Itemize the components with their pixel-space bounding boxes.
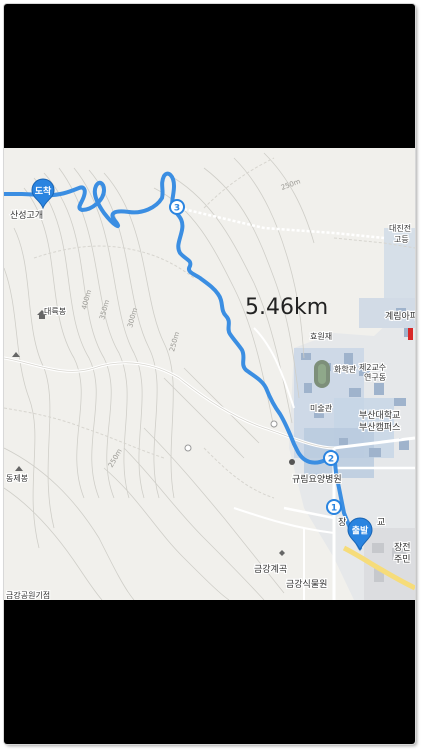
hospital-icon <box>289 459 295 465</box>
label-jangjeon-1: 장전 <box>394 542 411 553</box>
label-hyowonjae: 효원재 <box>310 332 332 341</box>
waypoint-3[interactable]: 3 <box>169 199 185 215</box>
map-view[interactable]: 산성고개 대륙봉 동제봉 효원재 화학관 미술관 제2교수 연구동 부산대학교 … <box>4 148 415 600</box>
label-hwahakgwan: 화학관 <box>334 364 357 374</box>
waypoint-1-label: 1 <box>331 504 337 514</box>
label-busan-campus: 부산캠퍼스 <box>359 421 400 433</box>
label-geumgang-park-center: 금강공원기점 <box>6 590 50 600</box>
route-distance: 5.46km <box>245 295 328 320</box>
label-misulgwan: 미술관 <box>310 403 333 413</box>
label-jangjeon-2: 주민 <box>394 554 411 565</box>
label-gyerim-apt: 계림아파 <box>385 310 415 322</box>
label-geumgang-gyegok: 금강계곡 <box>254 563 287 575</box>
label-second-faculty: 제2교수 <box>359 363 386 372</box>
label-sanseong-gate: 산성고개 <box>10 210 43 221</box>
label-daejin-high-2: 고등 <box>394 235 409 244</box>
waypoint-1[interactable]: 1 <box>326 499 342 515</box>
start-marker-label: 출발 <box>352 525 369 537</box>
label-jang-school-b: 교 <box>377 518 385 528</box>
label-faculty-building: 연구동 <box>364 373 386 382</box>
junction-icon-2 <box>184 444 192 452</box>
label-daejin-high-1: 대진전 <box>389 223 411 233</box>
waypoint-2-label: 2 <box>328 455 334 465</box>
label-daeryukbong: 대륙봉 <box>44 307 66 316</box>
end-marker-label: 도착 <box>35 185 52 197</box>
label-kyurim-hospital: 규림요양병원 <box>292 473 342 485</box>
junction-icon <box>270 420 278 428</box>
label-pusan-univ: 부산대학교 <box>359 410 400 421</box>
label-geumgang-botanical: 금강식물원 <box>286 579 327 590</box>
label-dongjebong: 동제봉 <box>6 474 28 483</box>
waypoint-3-label: 3 <box>174 204 180 214</box>
map-canvas[interactable]: 산성고개 대륙봉 동제봉 효원재 화학관 미술관 제2교수 연구동 부산대학교 … <box>4 148 415 600</box>
label-jang-school-a: 장 <box>338 517 346 528</box>
waypoint-2[interactable]: 2 <box>323 450 339 466</box>
